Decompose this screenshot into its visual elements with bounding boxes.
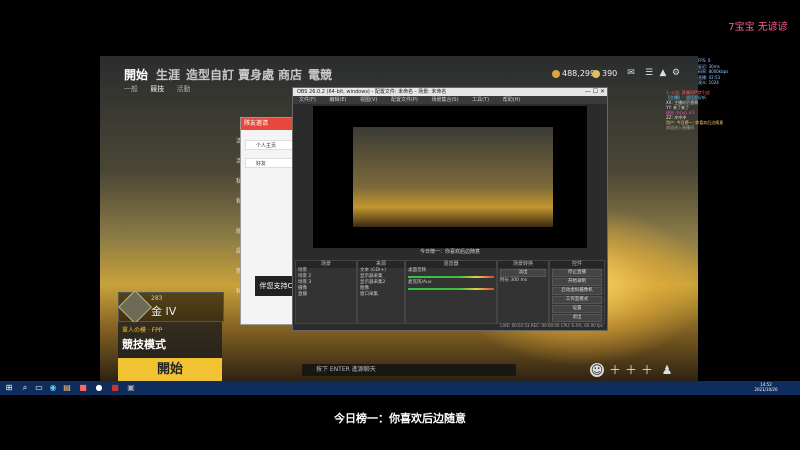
dock-title: 混音器 (406, 261, 496, 268)
mixer-channel: 麦克风/Aux (408, 280, 432, 285)
menu-profile[interactable]: 配置文件(P) (391, 97, 418, 103)
preview-capture (353, 127, 553, 227)
audio-meter (408, 276, 494, 278)
rank-emblem-icon (118, 290, 152, 324)
mixer-channel: 桌面音频 (408, 268, 426, 273)
game-taskbar-icon[interactable]: ▣ (126, 383, 136, 393)
windows-start-icon[interactable]: ⊞ (4, 383, 14, 393)
party-bar: ☺ ＋ ＋ ＋ ♟ (586, 361, 682, 381)
menu-view[interactable]: 视图(V) (360, 97, 377, 103)
popup-title: 隊友邀请 (241, 118, 297, 130)
nav-tab-customize[interactable]: 造型自訂 (186, 66, 234, 83)
rank-level: 283 (151, 295, 163, 302)
rank-label: 金 IV (151, 305, 177, 318)
task-view-icon[interactable]: ▭ (34, 383, 44, 393)
browser-icon[interactable]: ◉ (48, 383, 58, 393)
dock-title: 来源 (358, 261, 404, 268)
menu-tools[interactable]: 工具(T) (472, 97, 489, 103)
nav-tab-vault[interactable]: 賣身處 (238, 66, 274, 83)
mixer-dock[interactable]: 混音器 桌面音频 麦克风/Aux (405, 260, 497, 324)
scenes-dock[interactable]: 场景 场景 场景 2 场景 3 摄像 直播 (295, 260, 357, 324)
streamer-brand: 7宝宝 无谚谚 (728, 22, 788, 33)
studio-mode-button[interactable]: 工作室模式 (552, 296, 602, 304)
obs-title-bar: OBS 26.0.2 (64-bit, windows) - 配置文件: 未命名… (293, 88, 607, 96)
mail-icon[interactable]: ✉ (626, 68, 636, 78)
start-recording-button[interactable]: 开始录制 (552, 278, 602, 286)
preview-caption: 今日榜一：你喜欢后边随意 (419, 249, 480, 255)
popup-banner: 伴您支持C (255, 276, 297, 296)
popup-item[interactable]: 好友 (245, 158, 293, 168)
app-icon[interactable]: ■ (110, 383, 120, 393)
add-party-slot-icon[interactable]: ＋ (624, 363, 638, 377)
virtual-camera-button[interactable]: 启动虚拟摄像机 (552, 287, 602, 295)
exit-button[interactable]: 退出 (552, 314, 602, 322)
taskbar-clock[interactable]: 14:52 2021/10/20 (746, 382, 786, 392)
obs-menu-bar: 文件(F) 编辑(E) 视图(V) 配置文件(P) 场景集合(S) 工具(T) … (293, 96, 607, 104)
obs-taskbar-icon[interactable]: ● (94, 383, 104, 393)
party-members-icon[interactable]: ♟ (660, 363, 674, 377)
live-chat: 1· 公告: 直播间严禁引战 【主播】：说话很好听 XX: 主播好厉害啊 YY:… (666, 90, 800, 130)
audio-meter (408, 288, 494, 290)
menu-scene-collection[interactable]: 场景集合(S) (431, 97, 458, 103)
sub-nav-ranked[interactable]: 競技 (150, 85, 164, 93)
g-coin-icon (592, 69, 600, 78)
nav-tab-start[interactable]: 開始 (124, 66, 148, 83)
g-currency: 390 (592, 69, 617, 78)
app-icon[interactable]: ■ (78, 383, 88, 393)
scene-item[interactable]: 直播 (296, 292, 356, 298)
mode-caption: 單人の模 · FPP (122, 327, 163, 334)
transition-duration[interactable]: 时长 300 ms (498, 278, 548, 284)
popup-window[interactable]: 隊友邀请 个人主页 好友 伴您支持C (240, 117, 298, 325)
menu-file[interactable]: 文件(F) (299, 97, 316, 103)
popup-item[interactable]: 个人主页 (245, 140, 293, 150)
window-controls[interactable]: — ☐ ✕ (585, 88, 605, 95)
friends-icon[interactable]: ☰ (644, 68, 654, 78)
game-chat-input[interactable]: 按下 ENTER 進源聊天 (302, 364, 516, 376)
bp-coin-icon (552, 69, 560, 78)
transitions-dock[interactable]: 场景转换 淡出 时长 300 ms (497, 260, 549, 324)
mode-panel[interactable]: 單人の模 · FPP 競技模式 (118, 322, 222, 358)
sources-dock[interactable]: 来源 文本 (GDI+) 显示器采集 显示器采集2 图像 窗口采集 (357, 260, 405, 324)
obs-preview[interactable]: 今日榜一：你喜欢后边随意 (313, 106, 587, 255)
dock-title: 控件 (550, 261, 604, 268)
sub-nav-normal[interactable]: 一般 (124, 85, 138, 93)
player-avatar[interactable]: ☺ (590, 363, 604, 377)
nav-tab-store[interactable]: 商店 (278, 66, 302, 83)
settings-icon[interactable]: ⚙ (671, 68, 681, 78)
nav-tab-career[interactable]: 生涯 (156, 66, 180, 83)
dock-title: 场景转换 (498, 261, 548, 268)
mode-name: 競技模式 (122, 338, 166, 351)
settings-button[interactable]: 设置 (552, 305, 602, 313)
dock-title: 场景 (296, 261, 356, 268)
add-party-slot-icon[interactable]: ＋ (608, 363, 622, 377)
nav-tab-esports[interactable]: 電競 (308, 66, 332, 83)
add-party-slot-icon[interactable]: ＋ (640, 363, 654, 377)
stop-streaming-button[interactable]: 停止直播 (552, 269, 602, 277)
notification-icon[interactable]: ▲ (658, 68, 668, 78)
stream-subtitle: 今日榜一：你喜欢后边随意 (334, 412, 466, 425)
obs-window[interactable]: OBS 26.0.2 (64-bit, windows) - 配置文件: 未命名… (292, 87, 608, 331)
sub-nav-event[interactable]: 活動 (176, 85, 190, 93)
search-icon[interactable]: ⌕ (20, 383, 30, 393)
transition-select[interactable]: 淡出 (500, 269, 546, 277)
controls-dock[interactable]: 控件 停止直播 开始录制 启动虚拟摄像机 工作室模式 设置 退出 (549, 260, 605, 324)
rank-panel[interactable]: 283 金 IV (118, 290, 224, 324)
stat-line: 观众: 1024 (698, 80, 719, 85)
bp-currency: 488,299 (552, 69, 595, 78)
file-explorer-icon[interactable]: ▤ (62, 383, 72, 393)
menu-edit[interactable]: 编辑(E) (329, 97, 346, 103)
menu-help[interactable]: 帮助(H) (503, 97, 521, 103)
obs-status-bar: LIVE: 00:02:53 REC: 00:00:00 CPU: 6.4%, … (500, 323, 603, 328)
windows-taskbar: ⊞ ⌕ ▭ ◉ ▤ ■ ● ■ ▣ 14:52 2021/10/20 (0, 381, 800, 395)
source-item[interactable]: 窗口采集 (358, 292, 404, 298)
sub-nav: 一般 競技 活動 (124, 84, 200, 94)
start-button[interactable]: 開始 (118, 358, 222, 382)
chat-message: 欢迎进入直播间 (666, 125, 694, 130)
